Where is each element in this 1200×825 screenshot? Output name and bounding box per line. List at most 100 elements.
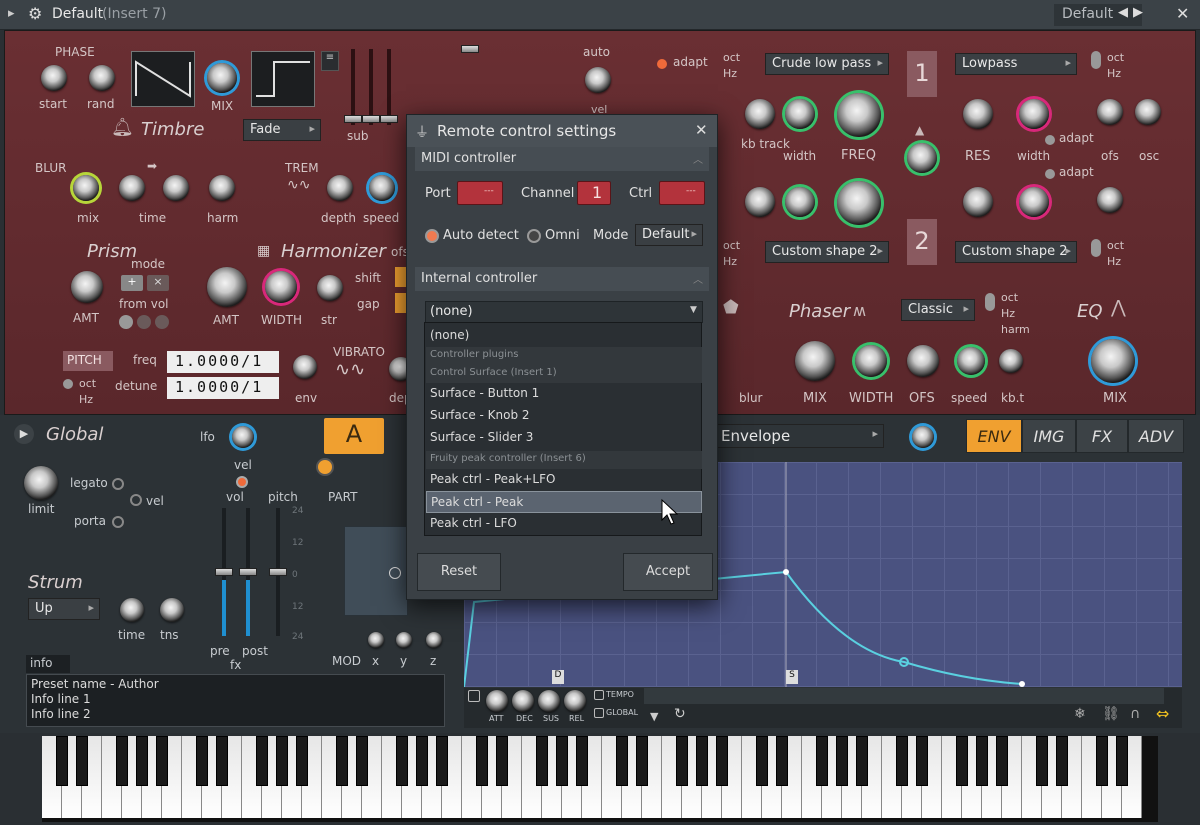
tab-fx[interactable]: FX	[1076, 419, 1128, 453]
dropdown-item[interactable]: Surface - Button 1	[426, 383, 702, 405]
black-key[interactable]	[136, 736, 148, 786]
filter2-badge[interactable]: 2	[907, 219, 937, 265]
mode-selector[interactable]: Default	[635, 224, 703, 246]
up-arrow-icon[interactable]: ▲	[915, 123, 924, 137]
internal-controller-selector[interactable]: (none) ▼	[425, 301, 703, 323]
dropdown-item[interactable]: Peak ctrl - Peak+LFO	[426, 469, 702, 491]
black-key[interactable]	[716, 736, 728, 786]
phaser-mix-knob[interactable]	[795, 341, 835, 381]
att-knob[interactable]	[486, 690, 508, 712]
sus-knob[interactable]	[538, 690, 560, 712]
filter2-width-knob[interactable]	[1019, 99, 1049, 129]
xy-pad[interactable]	[344, 526, 408, 616]
black-key[interactable]	[1116, 736, 1128, 786]
black-key[interactable]	[976, 736, 988, 786]
gear-icon[interactable]: ⚙	[28, 4, 42, 23]
black-key[interactable]	[276, 736, 288, 786]
info-box[interactable]: Preset name - Author Info line 1 Info li…	[26, 674, 445, 727]
global-expand-icon[interactable]: ▶	[14, 424, 34, 444]
black-key[interactable]	[996, 736, 1008, 786]
black-key[interactable]	[916, 736, 928, 786]
depth-knob[interactable]	[327, 175, 353, 201]
kb-track-knob[interactable]	[745, 99, 775, 129]
black-key[interactable]	[816, 736, 828, 786]
vel-led[interactable]	[236, 476, 248, 488]
adapt-led[interactable]	[657, 59, 667, 69]
tab-img[interactable]: IMG	[1022, 419, 1076, 453]
black-key[interactable]	[1096, 736, 1108, 786]
filter2-shape-selector[interactable]: Custom shape 2	[955, 241, 1077, 263]
accept-button[interactable]: Accept	[623, 553, 713, 591]
preset-prev-icon[interactable]: ◀	[1118, 5, 1128, 20]
prism-amt-knob[interactable]	[71, 271, 103, 303]
strum-tns-knob[interactable]	[160, 598, 184, 622]
env-knob[interactable]	[293, 355, 317, 379]
oct-radio[interactable]	[63, 379, 73, 389]
mod-x-knob[interactable]	[368, 632, 384, 648]
rand-knob[interactable]	[89, 65, 115, 91]
sub-fader-2[interactable]	[362, 115, 380, 123]
black-key[interactable]	[116, 736, 128, 786]
envelope-checkbox[interactable]	[468, 690, 480, 702]
prism-opt-1[interactable]	[119, 315, 133, 329]
envelope-amount-knob[interactable]	[912, 426, 934, 448]
black-key[interactable]	[556, 736, 568, 786]
dropdown-item[interactable]: Surface - Slider 3	[426, 427, 702, 449]
res-knob[interactable]	[963, 99, 993, 129]
collapse-icon[interactable]: ︿	[693, 151, 703, 166]
adapt3-led[interactable]	[1045, 169, 1055, 179]
black-key[interactable]	[776, 736, 788, 786]
black-key[interactable]	[696, 736, 708, 786]
refresh-icon[interactable]: ↻	[674, 706, 686, 722]
blur-time-knob-b[interactable]	[163, 175, 189, 201]
internal-controller-header[interactable]: Internal controller ︿	[415, 267, 709, 291]
filter2-oct2-toggle[interactable]	[1091, 239, 1101, 257]
mod-z-knob[interactable]	[426, 632, 442, 648]
snowflake-icon[interactable]: ❄	[1074, 706, 1086, 722]
detune-value-field[interactable]: 1.0000/1	[167, 377, 279, 399]
black-key[interactable]	[416, 736, 428, 786]
tab-env[interactable]: ENV	[966, 419, 1022, 453]
lfo-knob[interactable]	[232, 426, 254, 448]
arrows-icon[interactable]: ⇔	[1156, 704, 1169, 723]
kb-track2-knob[interactable]	[745, 187, 775, 217]
black-key[interactable]	[496, 736, 508, 786]
remove-mode-button[interactable]: ×	[147, 275, 169, 291]
pitch-fader[interactable]	[269, 568, 287, 576]
start-knob[interactable]	[41, 65, 67, 91]
black-key[interactable]	[436, 736, 448, 786]
phaser-width-knob[interactable]	[855, 345, 887, 377]
xy-pad-cursor[interactable]	[389, 567, 401, 579]
waveform-a-display[interactable]	[131, 51, 195, 107]
strum-mode-selector[interactable]: Up	[28, 598, 100, 620]
decay-marker[interactable]: D	[552, 670, 564, 684]
auto-knob[interactable]	[585, 67, 611, 93]
black-key[interactable]	[256, 736, 268, 786]
menu-icon[interactable]: ≡	[321, 51, 339, 71]
freq2-knob[interactable]	[837, 181, 881, 225]
level-fader[interactable]	[461, 45, 479, 53]
pitch-button[interactable]: PITCH	[63, 351, 113, 371]
black-key[interactable]	[756, 736, 768, 786]
black-key[interactable]	[616, 736, 628, 786]
filter2-width2-knob[interactable]	[1019, 187, 1049, 217]
filter-mix-knob[interactable]	[907, 143, 937, 173]
prism-opt-2[interactable]	[137, 315, 151, 329]
envelope-scrollbar[interactable]	[644, 688, 1164, 704]
tab-adv[interactable]: ADV	[1128, 419, 1184, 453]
black-key[interactable]	[636, 736, 648, 786]
tab-a-button[interactable]: A	[324, 418, 384, 454]
black-key[interactable]	[1056, 736, 1068, 786]
speed-knob[interactable]	[369, 175, 395, 201]
mix-knob[interactable]	[207, 63, 237, 93]
black-key[interactable]	[296, 736, 308, 786]
black-key[interactable]	[216, 736, 228, 786]
harm-knob[interactable]	[209, 175, 235, 201]
phaser-oct-toggle[interactable]	[985, 293, 995, 311]
black-key[interactable]	[356, 736, 368, 786]
phaser-mode-selector[interactable]: Classic	[901, 299, 975, 321]
close-icon[interactable]: ✕	[1176, 4, 1189, 23]
phaser-ofs-knob[interactable]	[907, 345, 939, 377]
black-key[interactable]	[156, 736, 168, 786]
ctrl-field[interactable]: ---	[659, 181, 705, 205]
